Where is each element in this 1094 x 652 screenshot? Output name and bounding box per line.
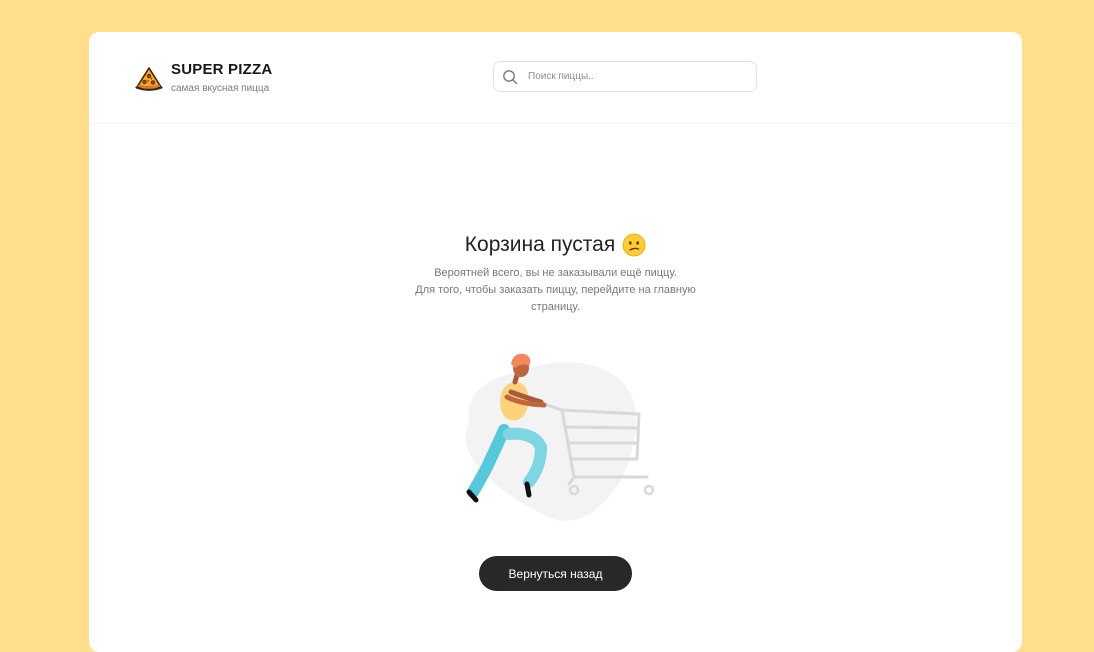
logo[interactable]: SUPER PIZZA самая вкусная пицца <box>135 61 272 95</box>
empty-cart-title: Корзина пустая <box>464 233 616 256</box>
empty-cart-illustration <box>465 353 655 521</box>
description-line: страницу. <box>531 301 580 313</box>
logo-title: SUPER PIZZA <box>171 61 273 78</box>
background-blob <box>465 362 637 521</box>
description-line: Вероятней всего, вы не заказывали ещё пи… <box>434 267 677 279</box>
empty-cart-message: Корзина пустая Вероятней всего, вы не за… <box>89 232 1022 316</box>
cart-wheel <box>643 484 655 496</box>
confused-face-icon <box>622 233 646 257</box>
search-input[interactable] <box>526 70 730 83</box>
search-box[interactable] <box>493 61 757 92</box>
back-button[interactable]: Вернуться назад <box>479 556 632 591</box>
logo-subtitle: самая вкусная пицца <box>171 83 270 94</box>
pizza-icon <box>135 67 163 91</box>
page-container: SUPER PIZZA самая вкусная пицца Корзина … <box>89 32 1022 652</box>
description-line: Для того, чтобы заказать пиццу, перейдит… <box>415 284 696 296</box>
empty-cart-title-row: Корзина пустая <box>89 232 1022 258</box>
search-icon <box>503 69 518 84</box>
logo-text: SUPER PIZZA самая вкусная пицца <box>171 61 272 95</box>
empty-cart-description: Вероятней всего, вы не заказывали ещё пи… <box>89 265 1022 316</box>
header: SUPER PIZZA самая вкусная пицца <box>89 32 1022 124</box>
